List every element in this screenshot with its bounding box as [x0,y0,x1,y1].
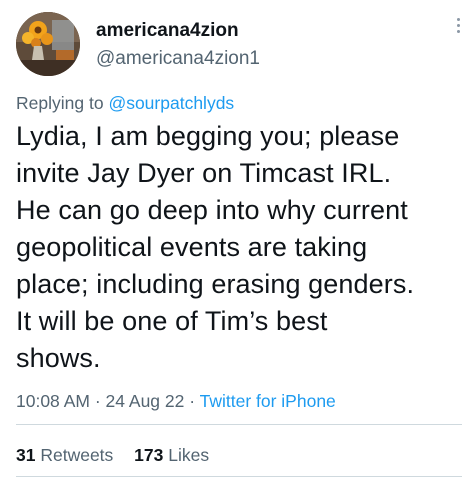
tweet-line: place; including erasing genders. [16,269,415,299]
sunflower-vase-avatar-icon [16,12,80,76]
tweet-stats: 31 Retweets 173 Likes [16,444,225,466]
more-options-icon[interactable] [456,18,462,40]
tweet-meta: 10:08 AM · 24 Aug 22 · Twitter for iPhon… [16,390,336,412]
replying-to: Replying to @sourpatchlyds [16,92,234,114]
tweet-text: Lydia, I am begging you; please invite J… [16,118,466,377]
replying-to-label: Replying to [16,93,104,113]
tweet-header: americana4zion @americana4zion1 [16,12,464,76]
retweets-stat[interactable]: 31 Retweets [16,445,118,465]
avatar[interactable] [16,12,80,76]
retweets-label: Retweets [40,445,114,465]
tweet-line: It will be one of Tim’s best [16,306,328,336]
divider [16,476,462,477]
tweet-line: He can go deep into why current [16,195,408,225]
tweet-line: shows. [16,343,101,373]
tweet-line: invite Jay Dyer on Timcast IRL. [16,158,392,188]
retweets-count: 31 [16,445,36,465]
likes-stat[interactable]: 173 Likes [134,445,209,465]
meta-separator: · [94,391,101,411]
tweet-line: geopolitical events are taking [16,232,368,262]
tweet-source-link[interactable]: Twitter for iPhone [200,391,336,411]
tweet-line: Lydia, I am begging you; please [16,121,400,151]
tweet-date[interactable]: 24 Aug 22 [106,391,185,411]
user-handle[interactable]: @americana4zion1 [96,47,260,71]
divider [16,424,462,425]
likes-count: 173 [134,445,164,465]
likes-label: Likes [168,445,210,465]
meta-separator: · [189,391,196,411]
display-name[interactable]: americana4zion [96,20,260,42]
tweet-time[interactable]: 10:08 AM [16,391,90,411]
replying-to-handle-link[interactable]: @sourpatchlyds [108,93,234,113]
